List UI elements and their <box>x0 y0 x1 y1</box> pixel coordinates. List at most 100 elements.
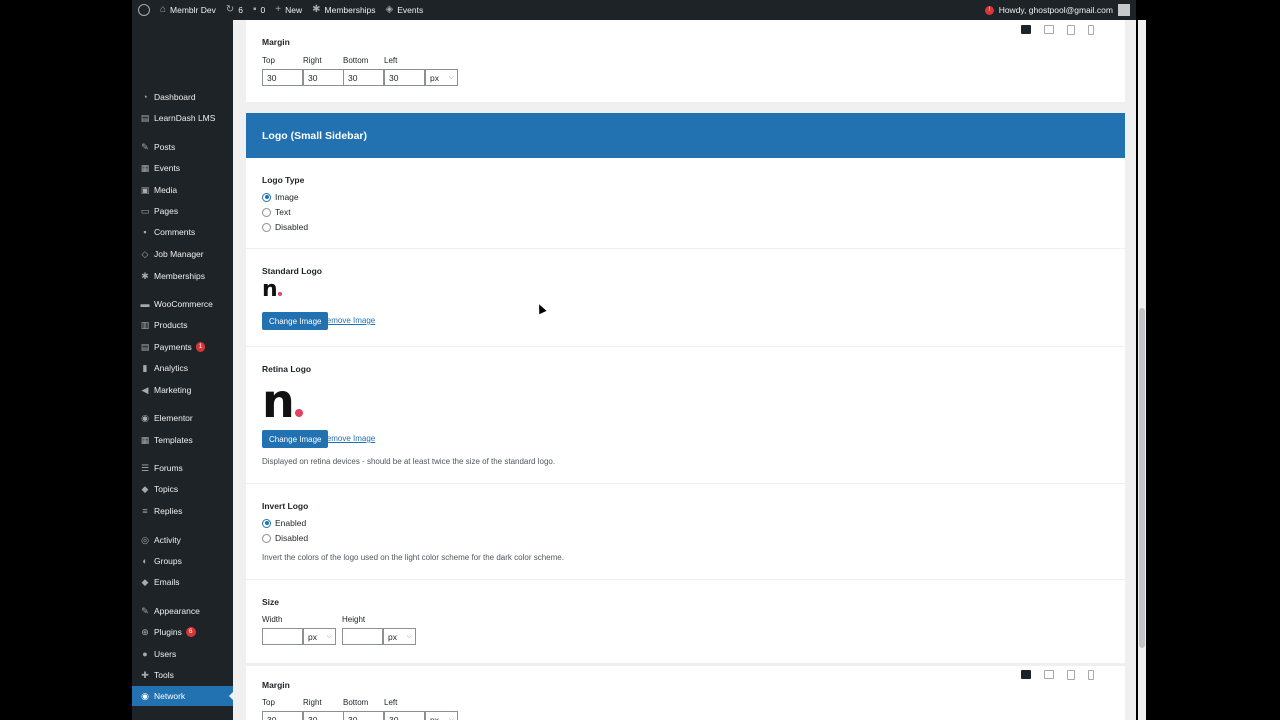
invert-enabled-option[interactable]: Enabled <box>262 518 306 528</box>
margin-bottom-input[interactable]: 30 <box>343 711 384 720</box>
howdy-account-link[interactable]: Howdy, ghostpool@gmail.com <box>999 5 1113 15</box>
margin-left-input[interactable]: 30 <box>384 69 425 86</box>
sidebar-item-label: Plugins <box>154 627 182 637</box>
sidebar-item-posts[interactable]: ✎ Posts <box>132 137 233 157</box>
sidebar-item-plugins[interactable]: ⊕ Plugins 6 <box>132 622 233 642</box>
standard-change-image-button[interactable]: Change Image <box>262 312 329 330</box>
margin-bottom-label: Bottom <box>343 698 369 707</box>
events-link[interactable]: ◈ Events <box>385 4 424 16</box>
margin-bottom-label: Bottom <box>343 56 369 65</box>
sidebar-item-media[interactable]: ▣ Media <box>132 180 233 200</box>
logo-dot-icon <box>277 292 282 296</box>
sidebar-item-marketing[interactable]: ◀ Marketing <box>132 380 233 400</box>
sidebar-item-groups[interactable]: ◐ Groups <box>132 551 233 571</box>
sidebar-item-templates[interactable]: ▦ Templates <box>132 430 233 450</box>
standard-remove-image-link[interactable]: Remove Image <box>321 316 375 325</box>
size-width-unit-select[interactable]: px ⌵ <box>303 628 336 645</box>
scrollbar-thumb[interactable] <box>1139 308 1145 648</box>
sidebar-item-label: Users <box>154 649 177 659</box>
radio-icon[interactable] <box>262 207 271 217</box>
laptop-icon[interactable] <box>1044 25 1054 34</box>
radio-icon[interactable] <box>262 192 271 202</box>
memberships-link[interactable]: ✱ Memberships <box>312 5 375 16</box>
margin-right-input[interactable]: 30 <box>303 711 344 720</box>
section-header: Logo (Small Sidebar) <box>246 113 1125 158</box>
templates-icon: ▦ <box>140 434 150 445</box>
sidebar-item-elementor[interactable]: ◉ Elementor <box>132 408 233 428</box>
sidebar-item-appearance[interactable]: ✎ Appearance <box>132 601 233 621</box>
sidebar-item-label: Tools <box>154 670 174 680</box>
size-height-input[interactable] <box>342 628 383 645</box>
sidebar-item-dashboard[interactable]: ◔ Dashboard <box>132 87 233 107</box>
sidebar-item-users[interactable]: ● Users <box>132 644 233 664</box>
margin-left-label: Left <box>384 56 398 65</box>
logo-type-image-option[interactable]: Image <box>262 192 299 202</box>
margin-right-input[interactable]: 30 <box>303 69 344 86</box>
radio-icon[interactable] <box>262 222 271 232</box>
size-width-label: Width <box>262 615 283 624</box>
mobile-icon[interactable] <box>1088 25 1094 35</box>
sidebar-item-label: Emails <box>154 577 180 587</box>
margin-left-input[interactable]: 30 <box>384 711 425 720</box>
margin-top-input[interactable]: 30 <box>262 69 303 86</box>
retina-logo-title: Retina Logo <box>262 364 312 374</box>
avatar[interactable] <box>1118 4 1130 16</box>
updates-link[interactable]: ↻ 6 <box>226 5 243 16</box>
margin-unit-select[interactable]: px ⌵ <box>425 69 458 86</box>
size-height-unit-select[interactable]: px ⌵ <box>383 628 416 645</box>
logo-type-disabled-option[interactable]: Disabled <box>262 222 308 232</box>
new-content-link[interactable]: + New <box>275 5 302 16</box>
sidebar-item-network[interactable]: ◉ Network <box>132 686 234 706</box>
sidebar-item-tools[interactable]: ✚ Tools <box>132 665 233 685</box>
radio-icon[interactable] <box>262 518 271 528</box>
sidebar-item-emails[interactable]: ◆ Emails <box>132 572 233 592</box>
chevron-down-icon: ⌵ <box>448 73 454 81</box>
sidebar-item-label: LearnDash LMS <box>154 113 216 123</box>
sidebar-item-topics[interactable]: ◆ Topics <box>132 479 233 499</box>
margin-right-label: Right <box>303 698 322 707</box>
sidebar-item-label: Posts <box>154 142 176 152</box>
mobile-icon[interactable] <box>1088 670 1094 680</box>
sidebar-item-pages[interactable]: ▭ Pages <box>132 201 233 221</box>
laptop-icon[interactable] <box>1044 670 1054 679</box>
margin-bottom-input[interactable]: 30 <box>343 69 384 86</box>
notification-icon[interactable]: ! <box>984 5 994 15</box>
sidebar-item-products[interactable]: ▥ Products <box>132 315 233 335</box>
tablet-icon[interactable] <box>1067 25 1075 35</box>
margin-unit-select[interactable]: px ⌵ <box>425 711 458 720</box>
sidebar-item-learndash-lms[interactable]: ▤ LearnDash LMS <box>132 108 233 128</box>
calendar-icon: ◈ <box>385 4 394 15</box>
sidebar-item-analytics[interactable]: ▮ Analytics <box>132 358 233 378</box>
learndash-icon: ▤ <box>140 112 150 123</box>
sidebar-item-forums[interactable]: ☰ Forums <box>132 458 233 478</box>
logo-type-text-option[interactable]: Text <box>262 207 291 217</box>
invert-disabled-option[interactable]: Disabled <box>262 533 308 543</box>
sidebar-item-payments[interactable]: ▤ Payments 1 <box>132 337 233 357</box>
sidebar-item-events[interactable]: ▦ Events <box>132 158 233 178</box>
sidebar-item-woocommerce[interactable]: ▬ WooCommerce <box>132 294 233 314</box>
comments-link[interactable]: ▪ 0 <box>253 5 265 16</box>
page-icon: ▭ <box>140 205 150 216</box>
wordpress-logo-button[interactable] <box>138 4 150 16</box>
sidebar-item-replies[interactable]: ≡ Replies <box>132 501 233 521</box>
sidebar-item-memberships[interactable]: ✱ Memberships <box>132 266 233 286</box>
desktop-icon[interactable] <box>1021 25 1031 34</box>
chevron-down-icon: ⌵ <box>406 632 412 640</box>
retina-change-image-button[interactable]: Change Image <box>262 430 329 448</box>
sidebar-item-label: Topics <box>154 484 179 494</box>
desktop-icon[interactable] <box>1021 670 1031 679</box>
tablet-icon[interactable] <box>1067 670 1075 680</box>
sidebar-item-activity[interactable]: ◎ Activity <box>132 530 233 550</box>
sidebar-item-job-manager[interactable]: ◇ Job Manager <box>132 244 233 264</box>
sidebar-item-label: Comments <box>154 227 196 237</box>
sidebar-item-comments[interactable]: ▪ Comments <box>132 222 233 242</box>
size-width-input[interactable] <box>262 628 303 645</box>
radio-icon[interactable] <box>262 533 271 543</box>
margin-left-label: Left <box>384 698 398 707</box>
site-name-link[interactable]: ⌂ Memblr Dev <box>160 5 216 16</box>
divider <box>246 346 1125 347</box>
retina-remove-image-link[interactable]: Remove Image <box>321 434 375 443</box>
margin-top-input[interactable]: 30 <box>262 711 303 720</box>
appearance-icon: ✎ <box>141 605 149 616</box>
activity-icon: ◎ <box>141 534 149 545</box>
